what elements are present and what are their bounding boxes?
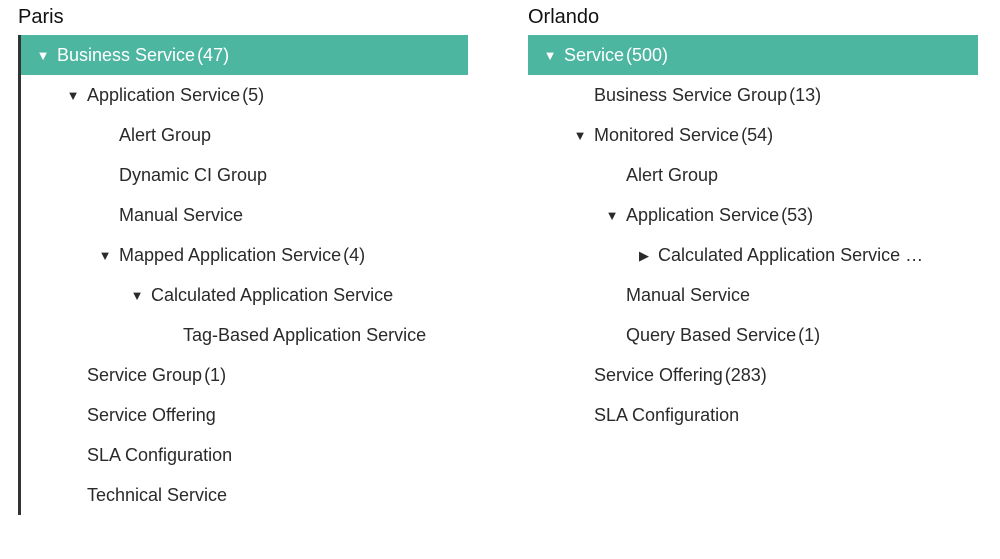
node-monitored-service[interactable]: ▼ Monitored Service (54): [528, 115, 978, 155]
tree-item-label: Service Offering: [594, 365, 723, 386]
tree-item-count: (500): [626, 45, 668, 66]
column-title: Paris: [18, 6, 468, 29]
tree-item-label: Manual Service: [626, 285, 750, 306]
column-orlando: Orlando▼Service (500)▼Business Service G…: [528, 6, 978, 515]
node-mapped-application-service[interactable]: ▼ Mapped Application Service (4): [21, 235, 468, 275]
node-tag-based-application-service[interactable]: ▼Tag-Based Application Service: [21, 315, 468, 355]
caret-down-icon[interactable]: ▼: [35, 49, 51, 62]
tree-item-label: Tag-Based Application Service: [183, 325, 426, 346]
tree-item-count: (47): [197, 45, 229, 66]
node-service-group[interactable]: ▼Service Group (1): [21, 355, 468, 395]
comparison-wrap: Paris ▼ Business Service (47) ▼ Application …: [0, 0, 1000, 521]
node-service[interactable]: ▼ Service (500): [528, 35, 978, 75]
caret-right-icon[interactable]: ▶: [636, 249, 652, 262]
node-business-service-group[interactable]: ▼Business Service Group (13): [528, 75, 978, 115]
tree-item-label: Mapped Application Service: [119, 245, 341, 266]
caret-down-icon[interactable]: ▼: [542, 49, 558, 62]
tree-item-label: SLA Configuration: [594, 405, 739, 426]
node-dynamic-ci-group[interactable]: ▼Dynamic CI Group: [21, 155, 468, 195]
tree: ▼ Business Service (47) ▼ Application Servi…: [18, 35, 468, 515]
node-service-offering-o[interactable]: ▼Service Offering (283): [528, 355, 978, 395]
caret-down-icon[interactable]: ▼: [65, 89, 81, 102]
tree-item-label: Application Service: [87, 85, 240, 106]
tree-item-label: SLA Configuration: [87, 445, 232, 466]
tree-item-count: (283): [725, 365, 767, 386]
tree-item-label: Alert Group: [626, 165, 718, 186]
tree-item-count: (1): [204, 365, 226, 386]
node-query-based-service[interactable]: ▼Query Based Service (1): [528, 315, 978, 355]
tree-item-label: Service Offering: [87, 405, 216, 426]
caret-down-icon[interactable]: ▼: [572, 129, 588, 142]
tree-item-label: Service Group: [87, 365, 202, 386]
node-alert-group[interactable]: ▼Alert Group: [21, 115, 468, 155]
column-paris: Paris ▼ Business Service (47) ▼ Application …: [18, 6, 468, 515]
node-application-service-o[interactable]: ▼ Application Service (53): [528, 195, 978, 235]
tree-item-count: (1): [798, 325, 820, 346]
caret-down-icon[interactable]: ▼: [129, 289, 145, 302]
node-sla-configuration-o[interactable]: ▼SLA Configuration: [528, 395, 978, 435]
tree-item-label: Calculated Application Service …: [658, 245, 923, 266]
tree-item-label: Calculated Application Service: [151, 285, 393, 306]
caret-down-icon[interactable]: ▼: [604, 209, 620, 222]
node-service-offering[interactable]: ▼Service Offering: [21, 395, 468, 435]
tree-item-label: Service: [564, 45, 624, 66]
tree-item-label: Alert Group: [119, 125, 211, 146]
node-manual-service-o[interactable]: ▼Manual Service: [528, 275, 978, 315]
node-business-service[interactable]: ▼ Business Service (47): [21, 35, 468, 75]
tree-item-count: (13): [789, 85, 821, 106]
tree-item-label: Application Service: [626, 205, 779, 226]
tree-item-label: Dynamic CI Group: [119, 165, 267, 186]
tree-item-count: (5): [242, 85, 264, 106]
tree-item-label: Manual Service: [119, 205, 243, 226]
tree-item-count: (54): [741, 125, 773, 146]
node-calculated-application-service[interactable]: ▼ Calculated Application Service: [21, 275, 468, 315]
tree-item-count: (4): [343, 245, 365, 266]
tree-item-count: (53): [781, 205, 813, 226]
tree-item-label: Business Service Group: [594, 85, 787, 106]
column-title: Orlando: [528, 6, 978, 29]
node-technical-service[interactable]: ▼Technical Service: [21, 475, 468, 515]
node-manual-service[interactable]: ▼Manual Service: [21, 195, 468, 235]
caret-down-icon[interactable]: ▼: [97, 249, 113, 262]
tree: ▼Service (500)▼Business Service Group (1…: [528, 35, 978, 435]
node-sla-configuration[interactable]: ▼SLA Configuration: [21, 435, 468, 475]
node-alert-group-o[interactable]: ▼Alert Group: [528, 155, 978, 195]
node-application-service[interactable]: ▼ Application Service (5): [21, 75, 468, 115]
tree-item-label: Technical Service: [87, 485, 227, 506]
tree-item-label: Query Based Service: [626, 325, 796, 346]
tree-item-label: Business Service: [57, 45, 195, 66]
node-calculated-application-service-o[interactable]: ▶ Calculated Application Service …: [528, 235, 978, 275]
tree-item-label: Monitored Service: [594, 125, 739, 146]
